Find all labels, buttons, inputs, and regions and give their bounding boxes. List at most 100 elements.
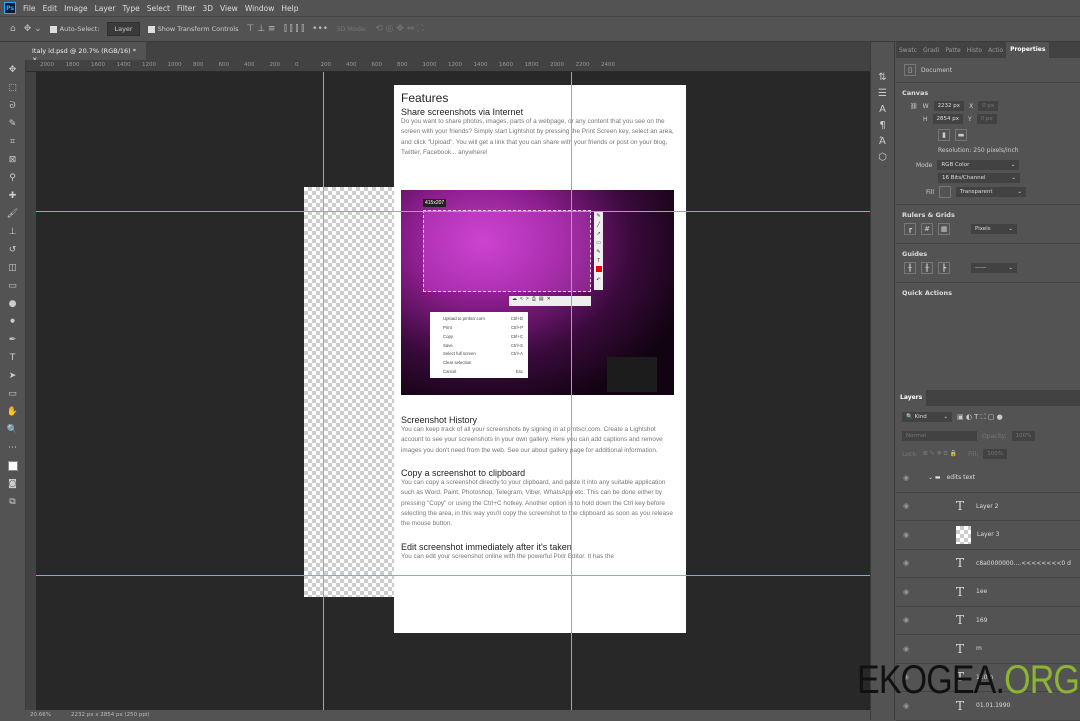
mode-dropdown[interactable]: RGB Color ⌄ <box>937 160 1020 170</box>
layer-row[interactable]: ◉ T 1ee <box>896 578 1080 607</box>
pen-tool-icon[interactable]: ✒ <box>4 332 22 348</box>
x-field[interactable]: 0 px <box>978 101 999 111</box>
layer-group[interactable]: ◉ ⌄ ▬ edits text <box>896 464 1080 493</box>
history-brush-icon[interactable]: ↺ <box>4 242 22 258</box>
kind-filter[interactable]: 🔍 Kind ⌄ <box>902 412 952 422</box>
more-button[interactable]: ••• <box>312 24 328 34</box>
blur-tool-icon[interactable]: ● <box>4 296 22 312</box>
lock-icons[interactable]: ⊠ ✎ ✥ ⧉ 🔒 <box>923 450 957 458</box>
menu-image[interactable]: Image <box>64 4 88 13</box>
menu-view[interactable]: View <box>220 4 238 13</box>
adjustments-icon[interactable]: ☰ <box>878 88 887 99</box>
guide-vertical[interactable] <box>323 72 324 710</box>
history-panel-icon[interactable]: ⇅ <box>878 72 886 83</box>
rulers-grids-section[interactable]: Rulers & Grids <box>896 204 1080 223</box>
menu-3d[interactable]: 3D <box>202 4 213 13</box>
y-field[interactable]: 0 px <box>976 114 997 124</box>
home-icon[interactable]: ⌂ <box>10 24 16 34</box>
guide-icon[interactable]: ╫ <box>904 262 916 274</box>
dodge-tool-icon[interactable]: ⚫ <box>4 314 22 330</box>
screen-mode-icon[interactable]: ⧉ <box>4 494 22 510</box>
marquee-tool-icon[interactable]: ⬚ <box>4 80 22 96</box>
tab-actions[interactable]: Actio <box>985 47 1006 54</box>
move-tool-icon[interactable]: ✥ <box>4 62 22 78</box>
layer-row[interactable]: ◉ T 169 <box>896 607 1080 635</box>
eye-icon[interactable]: ◉ <box>896 645 916 653</box>
stamp-tool-icon[interactable]: ⊥ <box>4 224 22 240</box>
filter-icons[interactable]: ▣ ◐ T ⛶ ▢ ● <box>957 413 1003 422</box>
link-icon[interactable]: ⛓ <box>910 103 918 110</box>
bit-depth-dropdown[interactable]: 16 Bits/Channel ⌄ <box>938 173 1020 183</box>
portrait-icon[interactable]: ▮ <box>938 129 950 141</box>
landscape-icon[interactable]: ▬ <box>955 129 967 141</box>
menu-select[interactable]: Select <box>147 4 170 13</box>
height-field[interactable]: 2854 px <box>932 114 964 124</box>
show-transform-checkbox[interactable]: Show Transform Controls <box>147 25 239 33</box>
eye-icon[interactable]: ◉ <box>896 559 916 567</box>
eye-icon[interactable]: ◉ <box>896 531 916 539</box>
color-swatches-icon[interactable] <box>4 458 22 474</box>
quick-select-icon[interactable]: ✎ <box>4 116 22 132</box>
eraser-icon[interactable]: ◫ <box>4 260 22 276</box>
guide-horizontal[interactable] <box>36 575 870 576</box>
document-info[interactable]: 2232 px x 2854 px (250 ppi) <box>71 712 150 720</box>
tab-properties[interactable]: Properties <box>1006 42 1050 58</box>
canvas-area[interactable]: Features Share screenshots via Internet … <box>36 72 870 710</box>
tab-patterns[interactable]: Patte <box>942 47 963 54</box>
layer-row[interactable]: ◉ T Layer 2 <box>896 493 1080 521</box>
gradient-tool-icon[interactable]: ▭ <box>4 278 22 294</box>
blend-mode-dropdown[interactable]: Normal <box>902 431 977 441</box>
lock-guides-icon[interactable]: ╫ <box>921 262 933 274</box>
menu-file[interactable]: File <box>23 4 36 13</box>
fill-field[interactable]: 100% <box>983 449 1007 459</box>
width-field[interactable]: 2232 px <box>933 101 965 111</box>
layer-row[interactable]: ◉ Tc8a0000000....<<<<<<<<0 d <box>896 550 1080 578</box>
glyphs-icon[interactable]: Ά <box>879 136 886 147</box>
align-icons[interactable]: ⊤ ⊥ ≡ ⫿ ⫿ ⫿ ⫿ <box>247 24 305 34</box>
type-tool-icon[interactable]: T <box>4 350 22 366</box>
3d-tools-icons[interactable]: ⟲ ◎ ✥ ⇔ ⛶ <box>375 24 423 34</box>
auto-select-checkbox[interactable]: Auto-Select: <box>49 25 99 33</box>
zoom-level[interactable]: 20.66% <box>30 712 51 720</box>
paragraph-panel-icon[interactable]: ¶ <box>879 120 885 131</box>
menu-filter[interactable]: Filter <box>177 4 196 13</box>
lasso-tool-icon[interactable]: ᘐ <box>4 98 22 114</box>
document-tab[interactable]: Italy id.psd @ 20.7% (RGB/16) * × <box>26 42 146 63</box>
frame-tool-icon[interactable]: ⊠ <box>4 152 22 168</box>
3d-panel-icon[interactable]: ⬡ <box>878 152 887 163</box>
crop-tool-icon[interactable]: ⌗ <box>4 134 22 150</box>
quick-actions-section[interactable]: Quick Actions <box>896 282 1080 301</box>
fill-dropdown[interactable]: Transparent ⌄ <box>956 187 1027 197</box>
menu-help[interactable]: Help <box>281 4 298 13</box>
canvas-section[interactable]: Canvas <box>896 82 1080 101</box>
eyedropper-icon[interactable]: ⚲ <box>4 170 22 186</box>
units-dropdown[interactable]: Pixels ⌄ <box>971 224 1017 234</box>
auto-select-dropdown[interactable]: Layer <box>107 22 140 36</box>
ruler-icon[interactable]: ┏ <box>904 223 916 235</box>
menu-type[interactable]: Type <box>123 4 140 13</box>
more-tools-icon[interactable]: ⋯ <box>4 440 22 456</box>
eye-icon[interactable]: ◉ <box>896 588 916 596</box>
menu-layer[interactable]: Layer <box>95 4 116 13</box>
tab-gradients[interactable]: Gradi <box>920 47 942 54</box>
quick-mask-icon[interactable]: ◙ <box>4 476 22 492</box>
layer-row[interactable]: ◉ Layer 3 <box>896 521 1080 550</box>
move-tool-icon[interactable]: ✥ ⌄ <box>24 24 42 34</box>
tab-history[interactable]: Histo <box>964 47 985 54</box>
guide-style-dropdown[interactable]: —— ⌄ <box>971 263 1017 273</box>
fill-swatch[interactable] <box>939 186 952 198</box>
eye-icon[interactable]: ◉ <box>896 616 916 624</box>
healing-brush-icon[interactable]: ✚ <box>4 188 22 204</box>
menu-edit[interactable]: Edit <box>43 4 58 13</box>
tab-layers[interactable]: Layers <box>896 390 927 406</box>
menu-window[interactable]: Window <box>245 4 275 13</box>
hand-tool-icon[interactable]: ✋ <box>4 404 22 420</box>
guide-horizontal[interactable] <box>36 211 870 212</box>
character-panel-icon[interactable]: A <box>879 104 886 115</box>
brush-tool-icon[interactable]: 🖌 <box>4 206 22 222</box>
smart-guides-icon[interactable]: ┣ <box>938 262 950 274</box>
path-select-icon[interactable]: ➤ <box>4 368 22 384</box>
eye-icon[interactable]: ◉ <box>896 502 916 510</box>
pixel-grid-icon[interactable]: ▦ <box>938 223 950 235</box>
grid-icon[interactable]: # <box>921 223 933 235</box>
